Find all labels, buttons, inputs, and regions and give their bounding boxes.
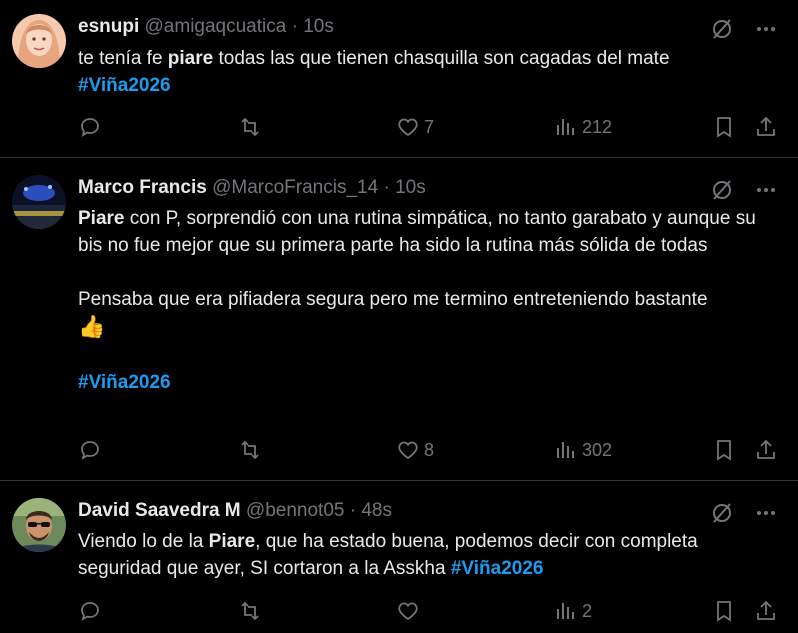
bookmark-button[interactable] bbox=[712, 599, 736, 623]
views-icon bbox=[557, 442, 574, 458]
timestamp[interactable]: 10s bbox=[395, 177, 426, 198]
reply-icon bbox=[81, 118, 99, 137]
repost-button[interactable] bbox=[238, 115, 262, 139]
views-button[interactable]: 302 bbox=[554, 438, 612, 462]
highlighted-term: piare bbox=[167, 48, 214, 69]
hashtag-link[interactable]: #Viña2026 bbox=[78, 372, 171, 393]
bookmark-button[interactable] bbox=[712, 438, 736, 462]
tweet-text: Viendo lo de la Piare, que ha estado bue… bbox=[78, 528, 778, 582]
repost-button[interactable] bbox=[238, 438, 262, 462]
repost-icon bbox=[241, 440, 259, 460]
user-handle[interactable]: @bennot05 bbox=[246, 500, 345, 521]
highlighted-term: Piare bbox=[208, 531, 256, 552]
user-handle[interactable]: @amigaqcuatica bbox=[145, 16, 287, 37]
more-icon[interactable] bbox=[754, 17, 778, 41]
repost-icon bbox=[241, 601, 259, 621]
share-button[interactable] bbox=[754, 438, 778, 462]
views-count: 212 bbox=[582, 116, 613, 137]
bookmark-button[interactable] bbox=[712, 115, 736, 139]
avatar-marco-francis[interactable] bbox=[12, 175, 66, 229]
reply-icon bbox=[81, 602, 99, 621]
views-icon bbox=[557, 119, 574, 135]
tweet-header: esnupi @amigaqcuatica · 10s bbox=[78, 14, 334, 40]
reply-icon bbox=[81, 441, 99, 460]
user-handle[interactable]: @MarcoFrancis_14 bbox=[212, 177, 378, 198]
views-count: 302 bbox=[582, 439, 613, 460]
text-segment: te tenía fe bbox=[78, 48, 168, 69]
timestamp[interactable]: 48s bbox=[361, 500, 392, 521]
repost-button[interactable] bbox=[238, 599, 262, 623]
bookmark-icon bbox=[717, 117, 731, 138]
share-button[interactable] bbox=[754, 599, 778, 623]
action-bar: 7 212 bbox=[78, 115, 780, 141]
bookmark-icon bbox=[717, 601, 731, 622]
like-count: 8 bbox=[424, 439, 435, 460]
share-icon bbox=[757, 600, 775, 620]
grok-icon[interactable] bbox=[710, 17, 734, 41]
views-button[interactable]: 212 bbox=[554, 115, 612, 139]
separator-dot: · bbox=[291, 16, 298, 37]
views-count: 2 bbox=[582, 600, 593, 621]
separator-dot: · bbox=[383, 177, 390, 198]
bookmark-icon bbox=[717, 440, 731, 461]
grok-icon[interactable] bbox=[710, 178, 734, 202]
like-button[interactable]: 8 bbox=[396, 438, 434, 462]
heart-icon bbox=[398, 602, 418, 621]
avatar-david-saavedra[interactable] bbox=[12, 498, 66, 552]
like-button[interactable]: 7 bbox=[396, 115, 434, 139]
more-icon[interactable] bbox=[754, 178, 778, 202]
heart-icon bbox=[398, 118, 418, 137]
like-count: 7 bbox=[424, 116, 435, 137]
thumbs-up-emoji: 👍 bbox=[78, 314, 106, 339]
text-segment: todas las que tienen chasquilla son caga… bbox=[213, 48, 670, 69]
views-icon bbox=[557, 603, 574, 619]
text-segment: Viendo lo de la bbox=[78, 531, 209, 552]
tweet-2[interactable]: Marco Francis @MarcoFrancis_14 · 10s Pia… bbox=[0, 158, 798, 481]
reply-button[interactable] bbox=[78, 599, 102, 623]
avatar-esnupi[interactable] bbox=[12, 14, 66, 68]
display-name[interactable]: esnupi bbox=[78, 16, 139, 37]
tweet-1[interactable]: esnupi @amigaqcuatica · 10s te tenía fe … bbox=[0, 0, 798, 158]
more-icon[interactable] bbox=[754, 501, 778, 525]
display-name[interactable]: Marco Francis bbox=[78, 177, 207, 198]
display-name[interactable]: David Saavedra M bbox=[78, 500, 241, 521]
text-segment: Pensaba que era pifiadera segura pero me… bbox=[78, 289, 708, 310]
timestamp[interactable]: 10s bbox=[303, 16, 334, 37]
hashtag-link[interactable]: #Viña2026 bbox=[451, 558, 544, 579]
share-button[interactable] bbox=[754, 115, 778, 139]
tweet-header: Marco Francis @MarcoFrancis_14 · 10s bbox=[78, 175, 426, 201]
heart-icon bbox=[398, 441, 418, 460]
reply-button[interactable] bbox=[78, 115, 102, 139]
separator-dot: · bbox=[349, 500, 357, 521]
tweet-3[interactable]: David Saavedra M @bennot05 · 48s Viendo … bbox=[0, 481, 798, 633]
share-icon bbox=[757, 439, 775, 459]
action-bar: 8 302 bbox=[78, 438, 780, 464]
highlighted-term: Piare bbox=[78, 208, 125, 229]
like-button[interactable] bbox=[396, 599, 424, 623]
tweet-text: Piare con P, sorprendió con una rutina s… bbox=[78, 205, 778, 396]
text-segment: con P, sorprendió con una rutina simpáti… bbox=[78, 208, 756, 256]
views-button[interactable]: 2 bbox=[554, 599, 592, 623]
reply-button[interactable] bbox=[78, 438, 102, 462]
grok-icon[interactable] bbox=[710, 501, 734, 525]
tweet-text: te tenía fe piare todas las que tienen c… bbox=[78, 45, 778, 99]
tweet-header: David Saavedra M @bennot05 · 48s bbox=[78, 498, 392, 524]
repost-icon bbox=[241, 117, 259, 137]
hashtag-link[interactable]: #Viña2026 bbox=[78, 75, 171, 96]
share-icon bbox=[757, 116, 775, 136]
action-bar: 2 bbox=[78, 599, 780, 625]
